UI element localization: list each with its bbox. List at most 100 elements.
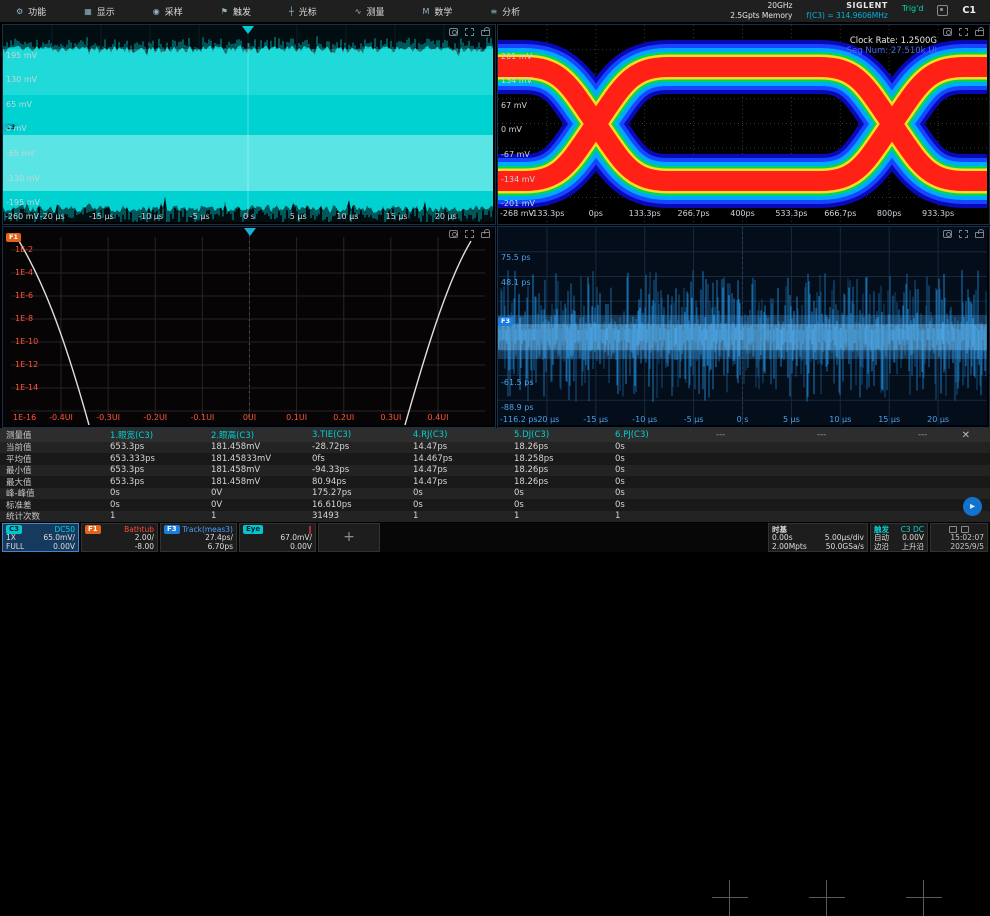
expand-icon[interactable] (959, 230, 968, 238)
x-axis-label: -10 μs (138, 213, 163, 221)
expand-icon[interactable] (465, 230, 474, 238)
camera-icon[interactable] (449, 230, 458, 238)
lock-icon[interactable] (975, 30, 984, 36)
row-label: 最小值 (0, 464, 106, 476)
x-axis-label: 0.3UI (380, 414, 401, 422)
channel-box-eye[interactable]: Eye‖67.0mV/0.00V (239, 523, 316, 552)
meas-col-header-6[interactable]: 6.PJ(C3) (611, 430, 712, 440)
cell-value: 653.3ps (106, 477, 207, 487)
menu-item-8[interactable]: ≡分析 (490, 5, 520, 18)
x-axis-label: 15 μs (878, 416, 900, 424)
add-measurement-button[interactable] (906, 880, 942, 916)
y-axis-label: -134 mV (501, 176, 535, 184)
menu-item-3[interactable]: ◉采样 (153, 5, 183, 18)
lock-icon[interactable] (481, 232, 490, 238)
meas-col-header-1[interactable]: 1.眼宽(C3) (106, 429, 207, 441)
cell-value: 0s (611, 454, 712, 464)
channel-box-line2: 1X65.0mV/ (6, 534, 75, 543)
meas-col-header-2[interactable]: 2.眼高(C3) (207, 429, 308, 441)
table-row: 当前值653.3ps181.458mV-28.72ps14.47ps18.26p… (0, 442, 990, 454)
eye-diagram-plot[interactable]: Clock Rate: 1.2500G Seg Num: 27.510k UI … (497, 24, 990, 225)
menu-item-6[interactable]: ∿测量 (355, 5, 385, 18)
x-axis-label: 5 μs (783, 416, 800, 424)
x-axis-label: 10 μs (829, 416, 851, 424)
table-row: 统计次数1131493111 (0, 511, 990, 523)
add-measurement-button[interactable] (712, 880, 748, 916)
system-status-area: 20GHz 2.5Gpts Memory SIGLENT f(C3) = 314… (730, 1, 990, 22)
tie-track-plot[interactable]: F3 75.5 ps48.1 ps-61.5 ps-88.9 ps-20 μs-… (497, 226, 990, 428)
x-axis-label: 20 μs (927, 416, 949, 424)
trigger-panel[interactable]: 触发C3 DC 自动0.00V 边沿上升沿 (870, 523, 928, 552)
channel-scale: 2.00/ (135, 534, 154, 542)
panel-expand-button[interactable]: ▸ (963, 497, 982, 516)
y-axis-label: -88.9 ps (501, 404, 534, 412)
corner-label: -116.2 ps (500, 416, 538, 424)
waveform-plot[interactable]: C3 195 mV130 mV65 mV0 mV-65 mV-130 mV-19… (2, 24, 496, 225)
lock-icon[interactable] (975, 232, 984, 238)
meas-col-placeholder[interactable]: --- (712, 430, 813, 440)
frequency-counter: f(C3) = 314.9606MHz (806, 11, 887, 21)
bathtub-curve-plot[interactable]: F1 1E-21E-41E-61E-81E-101E-121E-14-0.4UI… (2, 226, 496, 428)
x-axis-label: -15 μs (583, 416, 608, 424)
meas-col-header-3[interactable]: 3.TIE(C3) (308, 430, 409, 440)
row-label: 统计次数 (0, 510, 106, 522)
x-axis-label: -5 μs (190, 213, 210, 221)
channel-box-f3[interactable]: F3Track(meas3)27.4ps/6.70ps (160, 523, 237, 552)
network-icon (961, 526, 969, 533)
cell-value: 0s (106, 500, 207, 510)
corner-label: -268 mV (500, 210, 534, 218)
menu-item-7[interactable]: M数学 (423, 5, 453, 18)
measurement-header-label: 测量值 (0, 429, 106, 441)
y-axis-label: 1E-10 (15, 338, 38, 346)
clock-panel[interactable]: 15:02:07 2025/9/5 (930, 523, 988, 552)
channel-box-line2: 67.0mV/ (243, 534, 312, 543)
y-axis-label: -201 mV (501, 200, 535, 208)
x-axis-label: -0.3UI (96, 414, 120, 422)
cell-value: 0s (611, 477, 712, 487)
channel-badge[interactable]: Eye (243, 525, 263, 534)
x-axis-label: 933.3ps (922, 210, 954, 218)
camera-icon[interactable] (943, 230, 952, 238)
trace-f3-marker[interactable]: F3 (498, 317, 513, 326)
channel-box-c3[interactable]: C3DC501X65.0mV/FULL0.00V (2, 523, 79, 552)
trace-f1-marker[interactable]: F1 (6, 233, 21, 242)
timebase-panel[interactable]: 时基 0.00s5.00μs/div 2.00Mpts50.0GSa/s (768, 523, 868, 552)
add-measurement-button[interactable] (809, 880, 845, 916)
menu-item-icon: ≡ (490, 7, 497, 16)
menu-item-2[interactable]: ▦显示 (84, 5, 115, 18)
close-icon[interactable]: ✕ (962, 430, 970, 441)
camera-icon[interactable] (449, 28, 458, 36)
channel-badge[interactable]: F1 (85, 525, 101, 534)
expand-icon[interactable] (959, 28, 968, 36)
menu-item-1[interactable]: ⚙功能 (16, 5, 46, 18)
meas-col-header-4[interactable]: 4.RJ(C3) (409, 430, 510, 440)
cell-value: 0s (510, 488, 611, 498)
table-row: 最小值653.3ps181.458mV-94.33ps14.47ps18.26p… (0, 465, 990, 477)
trigger-mode: 自动 (874, 534, 889, 542)
meas-col-placeholder[interactable]: --- (914, 430, 990, 440)
trigger-type: 边沿 (874, 543, 889, 551)
cell-value: 18.258ps (510, 454, 611, 464)
hardcopy-icon[interactable] (937, 5, 948, 16)
y-axis-label: 1E-12 (15, 361, 38, 369)
y-axis-label: -65 mV (6, 150, 35, 158)
expand-icon[interactable] (465, 28, 474, 36)
lock-icon[interactable] (481, 30, 490, 36)
row-label: 标准差 (0, 499, 106, 511)
channel-box-f1[interactable]: F1Bathtub2.00/-8.00 (81, 523, 158, 552)
y-axis-label: 1E-8 (15, 315, 33, 323)
meas-col-placeholder[interactable]: --- (813, 430, 914, 440)
menu-item-4[interactable]: ⚑触发 (221, 5, 251, 18)
x-axis-label: 5 μs (290, 213, 307, 221)
menu-item-5[interactable]: ┼光标 (289, 5, 317, 18)
cell-value: 0s (409, 500, 510, 510)
active-channel-label[interactable]: C1 (962, 5, 976, 16)
cell-value: 14.47ps (409, 465, 510, 475)
measurement-table: 测量值1.眼宽(C3)2.眼高(C3)3.TIE(C3)4.RJ(C3)5.DJ… (0, 428, 990, 522)
meas-col-header-5[interactable]: 5.DJ(C3) (510, 430, 611, 440)
y-axis-label: 0 mV (6, 125, 27, 133)
add-channel-button[interactable]: + (318, 523, 380, 552)
camera-icon[interactable] (943, 28, 952, 36)
channel-badge[interactable]: F3 (164, 525, 180, 534)
plot-icons (943, 28, 984, 36)
